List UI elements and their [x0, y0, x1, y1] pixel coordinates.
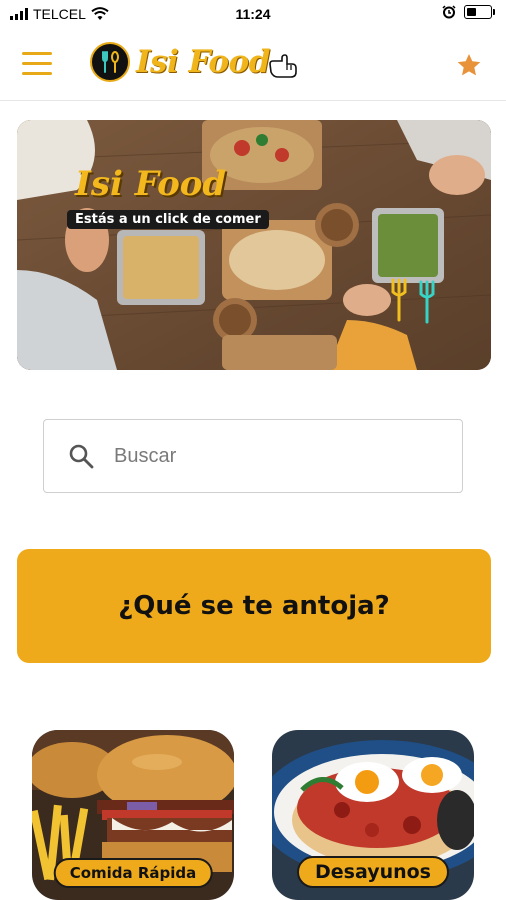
- app-header: Isi Food: [0, 30, 506, 101]
- cravings-button[interactable]: ¿Qué se te antoja?: [17, 549, 491, 663]
- search-field[interactable]: [43, 419, 463, 493]
- category-label: Comida Rápida: [53, 858, 213, 888]
- food-table-image: [17, 120, 491, 370]
- search-input[interactable]: [112, 443, 416, 469]
- category-breakfast[interactable]: Desayunos: [272, 730, 474, 900]
- star-icon[interactable]: [456, 52, 482, 78]
- banner-subtitle: Estás a un click de comer: [67, 210, 269, 229]
- cravings-label: ¿Qué se te antoja?: [118, 591, 390, 621]
- banner-title: Isi Food: [75, 164, 227, 204]
- promo-banner[interactable]: Isi Food Estás a un click de comer: [17, 120, 491, 370]
- menu-icon[interactable]: [22, 52, 52, 76]
- search-icon: [69, 444, 94, 469]
- battery-level: [467, 8, 476, 16]
- alarm-icon: [442, 5, 456, 19]
- status-time: 11:24: [235, 6, 271, 22]
- app-name: Isi Food: [136, 44, 270, 80]
- category-fast-food[interactable]: Comida Rápida: [32, 730, 234, 900]
- fork-spoon-icon: [90, 42, 130, 82]
- battery-icon: [464, 5, 495, 19]
- pointer-hand-icon: [269, 54, 297, 78]
- brand-logo: Isi Food: [90, 42, 298, 82]
- status-right: [442, 5, 495, 19]
- status-bar: TELCEL 11:24: [0, 0, 506, 28]
- category-label: Desayunos: [296, 856, 450, 888]
